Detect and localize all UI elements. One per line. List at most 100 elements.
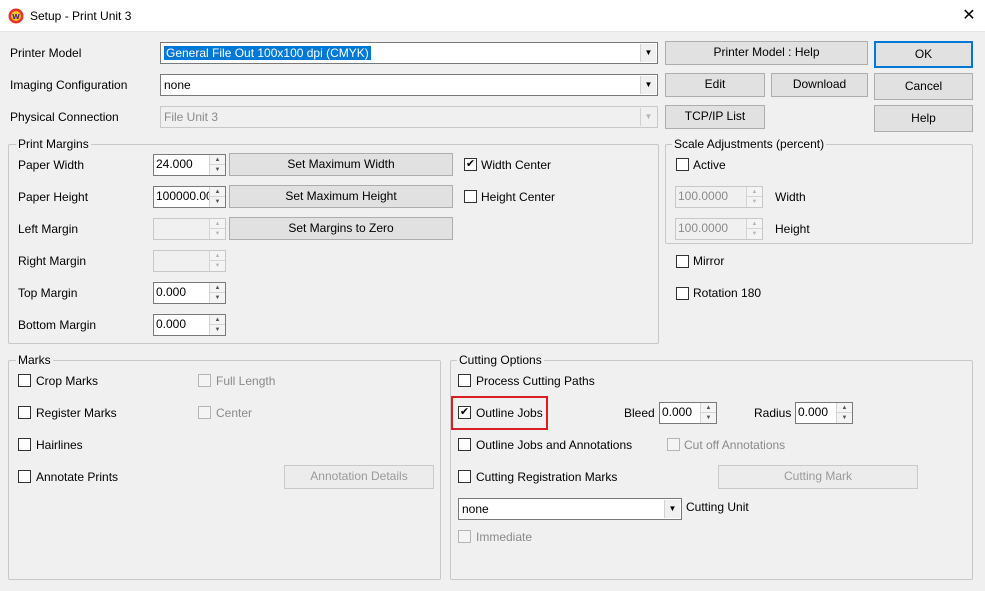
chevron-down-icon[interactable]: ▼ <box>640 76 656 94</box>
printer-model-value: General File Out 100x100 dpi (CMYK) <box>164 46 371 60</box>
immediate-checkbox <box>458 530 471 543</box>
help-button[interactable]: Help <box>874 105 973 132</box>
outline-jobs-label: Outline Jobs <box>476 406 543 420</box>
spin-down-icon[interactable]: ▼ <box>837 413 852 423</box>
height-center-checkbox[interactable] <box>464 190 477 203</box>
bottom-margin-spinner[interactable]: 0.000 ▲ ▼ <box>153 314 226 336</box>
scale-height-spinner: 100.0000 ▲ ▼ <box>675 218 763 240</box>
annotate-prints-checkbox[interactable] <box>18 470 31 483</box>
spin-down-icon: ▼ <box>751 199 758 205</box>
cutting-registration-marks-checkbox[interactable] <box>458 470 471 483</box>
hairlines-checkbox[interactable] <box>18 438 31 451</box>
spin-up-icon[interactable]: ▲ <box>701 403 716 413</box>
chevron-down-icon[interactable]: ▼ <box>664 500 680 518</box>
scale-width-spinner: 100.0000 ▲ ▼ <box>675 186 763 208</box>
physical-connection-label: Physical Connection <box>10 110 119 124</box>
scale-active-checkbox[interactable] <box>676 158 689 171</box>
spin-up-icon: ▲ <box>210 219 225 229</box>
spin-down-icon: ▼ <box>751 231 758 237</box>
printer-model-select[interactable]: General File Out 100x100 dpi (CMYK) ▼ <box>160 42 658 64</box>
spin-up-icon: ▲ <box>747 187 762 197</box>
bottom-margin-label: Bottom Margin <box>18 318 97 332</box>
radius-spinner[interactable]: 0.000 ▲ ▼ <box>795 402 853 424</box>
set-maximum-height-button[interactable]: Set Maximum Height <box>229 185 453 208</box>
crop-marks-checkbox[interactable] <box>18 374 31 387</box>
right-margin-label: Right Margin <box>18 254 87 268</box>
chevron-down-icon[interactable]: ▼ <box>640 44 656 62</box>
set-margins-zero-button[interactable]: Set Margins to Zero <box>229 217 453 240</box>
right-margin-spinner: ▲ ▼ <box>153 250 226 272</box>
spin-up-icon[interactable]: ▲ <box>210 315 225 325</box>
imaging-config-label: Imaging Configuration <box>10 78 128 92</box>
bottom-margin-value: 0.000 <box>156 317 187 331</box>
imaging-config-select[interactable]: none ▼ <box>160 74 658 96</box>
full-length-label: Full Length <box>216 374 276 388</box>
paper-height-spinner[interactable]: 100000.000 ▲▼ <box>153 186 226 208</box>
scale-height-value: 100.0000 <box>678 221 729 235</box>
width-center-checkbox[interactable]: ✔ <box>464 158 477 171</box>
physical-connection-value: File Unit 3 <box>164 110 219 124</box>
title-bar <box>0 0 985 32</box>
width-center-label: Width Center <box>481 158 552 172</box>
cancel-button[interactable]: Cancel <box>874 73 973 100</box>
spin-down-icon[interactable]: ▼ <box>210 325 225 335</box>
bleed-label: Bleed <box>624 406 655 420</box>
cutting-unit-value: none <box>462 502 489 516</box>
height-center-label: Height Center <box>481 190 556 204</box>
paper-height-value: 100000.000 <box>156 189 210 203</box>
printer-model-help-button[interactable]: Printer Model : Help <box>665 41 868 65</box>
top-margin-spinner[interactable]: 0.000 ▲ ▼ <box>153 282 226 304</box>
spin-up-icon: ▲ <box>210 251 225 261</box>
download-button[interactable]: Download <box>771 73 868 97</box>
svg-text:W: W <box>12 13 20 21</box>
spin-up-icon: ▲ <box>747 219 762 229</box>
outline-jobs-checkbox[interactable]: ✔ <box>458 406 471 419</box>
marks-title: Marks <box>16 353 53 367</box>
left-margin-label: Left Margin <box>18 222 79 236</box>
cutting-options-title: Cutting Options <box>457 353 544 367</box>
paper-width-value: 24.000 <box>156 157 193 171</box>
spin-down-icon[interactable]: ▼ <box>210 165 225 175</box>
bleed-spinner[interactable]: 0.000 ▲ ▼ <box>659 402 717 424</box>
center-checkbox <box>198 406 211 419</box>
mirror-label: Mirror <box>693 254 725 268</box>
print-margins-title: Print Margins <box>16 137 91 151</box>
outline-jobs-annotations-checkbox[interactable] <box>458 438 471 451</box>
edit-button[interactable]: Edit <box>665 73 765 97</box>
close-icon[interactable]: ✕ <box>958 5 980 27</box>
spin-up-icon[interactable]: ▲ <box>210 283 225 293</box>
annotate-prints-label: Annotate Prints <box>36 470 119 484</box>
tcpip-list-button[interactable]: TCP/IP List <box>665 105 765 129</box>
top-margin-value: 0.000 <box>156 285 187 299</box>
spin-up-icon[interactable]: ▲ <box>837 403 852 413</box>
rotation-180-checkbox[interactable] <box>676 287 689 300</box>
cutting-registration-marks-label: Cutting Registration Marks <box>476 470 618 484</box>
spin-up-icon[interactable]: ▲ <box>210 187 225 197</box>
full-length-checkbox <box>198 374 211 387</box>
spin-up-icon[interactable]: ▲ <box>210 155 225 165</box>
paper-width-spinner[interactable]: 24.000 ▲ ▼ <box>153 154 226 176</box>
radius-value: 0.000 <box>798 405 829 419</box>
cut-off-annotations-checkbox <box>667 438 680 451</box>
top-margin-label: Top Margin <box>18 286 78 300</box>
process-cutting-paths-label: Process Cutting Paths <box>476 374 595 388</box>
ok-button[interactable]: OK <box>874 41 973 68</box>
cut-off-annotations-label: Cut off Annotations <box>684 438 786 452</box>
outline-jobs-annotations-label: Outline Jobs and Annotations <box>476 438 633 452</box>
register-marks-checkbox[interactable] <box>18 406 31 419</box>
left-margin-spinner: ▲ ▼ <box>153 218 226 240</box>
rotation-180-label: Rotation 180 <box>693 286 762 300</box>
immediate-label: Immediate <box>476 530 533 544</box>
mirror-checkbox[interactable] <box>676 255 689 268</box>
cutting-unit-select[interactable]: none ▼ <box>458 498 682 520</box>
process-cutting-paths-checkbox[interactable] <box>458 374 471 387</box>
spin-down-icon[interactable]: ▼ <box>210 197 225 207</box>
bleed-value: 0.000 <box>662 405 693 419</box>
spin-down-icon[interactable]: ▼ <box>701 413 716 423</box>
set-maximum-width-button[interactable]: Set Maximum Width <box>229 153 453 176</box>
scale-height-label: Height <box>775 222 810 236</box>
scale-active-label: Active <box>693 158 726 172</box>
spin-down-icon[interactable]: ▼ <box>210 293 225 303</box>
scale-adjustments-title: Scale Adjustments (percent) <box>672 137 827 151</box>
window-title: Setup - Print Unit 3 <box>30 9 132 23</box>
